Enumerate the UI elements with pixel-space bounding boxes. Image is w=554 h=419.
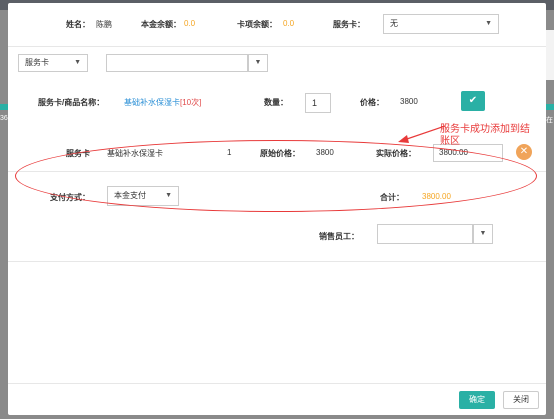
annotation-arrow [398,125,446,143]
annotation-text: 服务卡成功添加到结账区 [440,124,530,147]
